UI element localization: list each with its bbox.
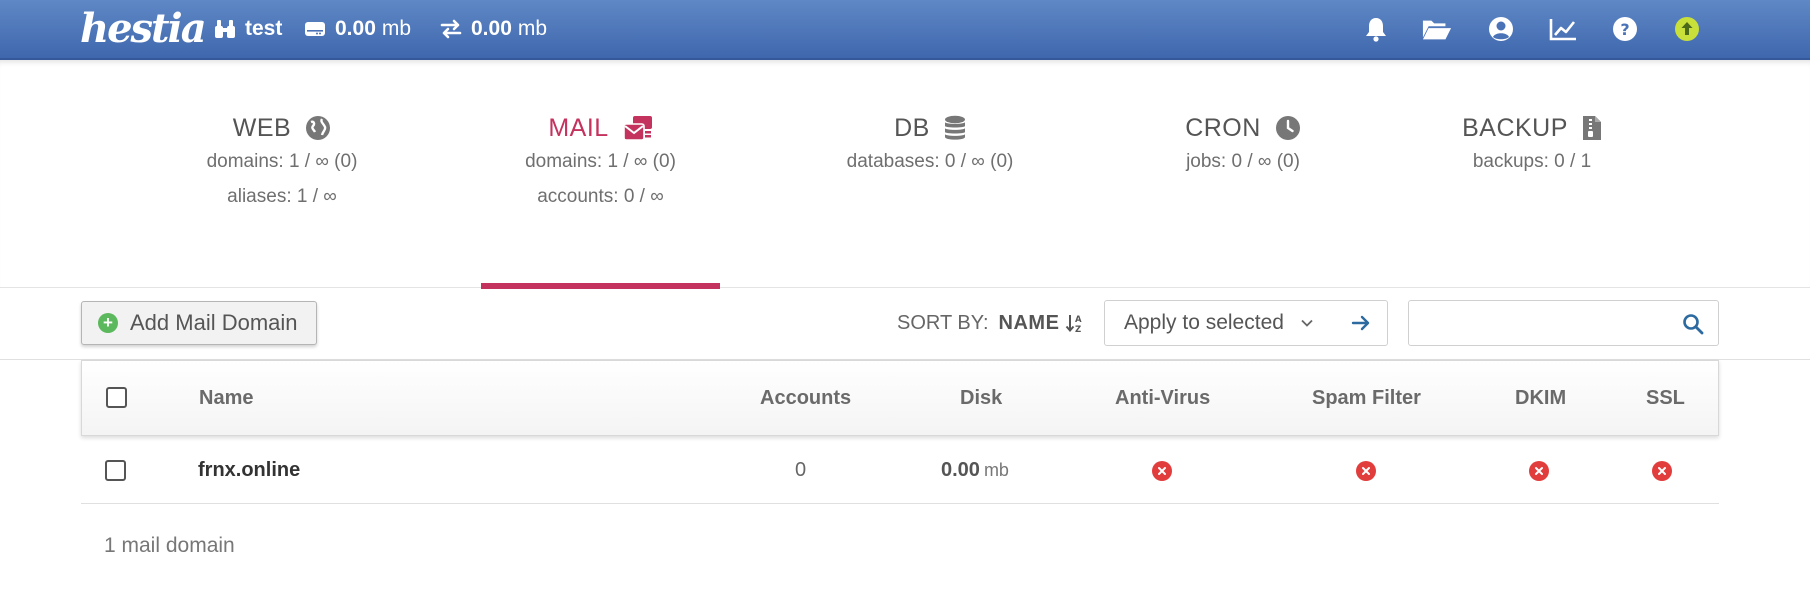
bell-icon[interactable] — [1361, 14, 1391, 44]
tab-web[interactable]: WEB domains: 1 / ∞ (0) aliases: 1 / ∞ — [182, 60, 382, 288]
disk-usage: 0.00 mb — [304, 0, 411, 58]
help-icon[interactable]: ? — [1610, 14, 1640, 44]
plus-circle-icon: + — [98, 313, 118, 333]
tab-db[interactable]: DB databases: 0 / ∞ (0) — [819, 60, 1041, 288]
bandwidth-value: 0.00 — [471, 17, 512, 40]
tab-cron-jobs: jobs: 0 / ∞ (0) — [1186, 151, 1300, 172]
arrow-right-icon[interactable] — [1351, 313, 1371, 333]
ssl-disabled-icon — [1652, 461, 1672, 481]
update-icon[interactable] — [1672, 14, 1702, 44]
column-anti-virus: Anti-Virus — [1115, 387, 1211, 409]
select-all-checkbox[interactable] — [106, 387, 127, 408]
antivirus-disabled-icon — [1152, 461, 1172, 481]
chart-line-icon[interactable] — [1548, 14, 1578, 44]
tab-mail-label: MAIL — [548, 113, 609, 142]
file-archive-icon — [1582, 115, 1602, 141]
table-header: Name Accounts Disk Anti-Virus Spam Filte… — [81, 360, 1719, 436]
domain-name-link[interactable]: frnx.online — [198, 436, 300, 504]
spam-filter-disabled-icon — [1356, 461, 1376, 481]
bulk-action-value: Apply to selected — [1124, 311, 1284, 334]
toolbar: + Add Mail Domain SORT BY: NAME A Z Appl… — [0, 288, 1810, 360]
mail-bulk-icon — [622, 115, 653, 141]
top-bar: hestia test 0.00 mb 0.00 mb ? — [0, 0, 1810, 60]
tab-backup-label: BACKUP — [1462, 113, 1568, 142]
sort-alpha-icon: A Z — [1066, 315, 1082, 333]
disk-usage-unit: mb — [381, 17, 412, 40]
current-user[interactable]: test — [214, 0, 282, 58]
dkim-disabled-icon — [1529, 461, 1549, 481]
bulk-action-select[interactable]: Apply to selected — [1104, 300, 1388, 346]
svg-text:?: ? — [1620, 20, 1629, 39]
bandwidth-usage: 0.00 mb — [440, 0, 547, 58]
column-dkim: DKIM — [1515, 387, 1567, 409]
disk-usage-value: 0.00 — [335, 17, 376, 40]
add-mail-domain-button[interactable]: + Add Mail Domain — [81, 301, 317, 345]
hdd-icon — [305, 22, 325, 36]
domain-count: 1 mail domain — [104, 534, 235, 557]
folder-open-icon[interactable] — [1422, 14, 1452, 44]
chevron-down-icon — [1301, 319, 1313, 327]
tab-cron[interactable]: CRON jobs: 0 / ∞ (0) — [1138, 60, 1348, 288]
row-checkbox[interactable] — [105, 460, 126, 481]
sort-by-value: NAME — [998, 311, 1060, 334]
hestia-logo[interactable]: hestia — [80, 2, 207, 56]
disk-unit: mb — [983, 460, 1009, 480]
tab-web-domains: domains: 1 / ∞ (0) — [206, 151, 358, 172]
tab-backup-backups: backups: 0 / 1 — [1472, 151, 1592, 172]
table-row: frnx.online 0 0.00 mb — [81, 436, 1719, 504]
exchange-icon — [440, 19, 462, 39]
tab-mail-accounts: accounts: 0 / ∞ — [537, 186, 664, 207]
column-disk: Disk — [960, 387, 1003, 409]
disk-usage-cell: 0.00 mb — [941, 436, 1009, 504]
column-ssl: SSL — [1646, 387, 1685, 409]
tab-cron-label: CRON — [1185, 113, 1261, 142]
search-input[interactable] — [1417, 307, 1667, 339]
sort-by-label: SORT BY: — [897, 311, 989, 334]
user-circle-icon[interactable] — [1486, 14, 1516, 44]
tab-mail-domains: domains: 1 / ∞ (0) — [525, 151, 676, 172]
tab-web-label: WEB — [232, 113, 292, 142]
search-box — [1408, 300, 1719, 346]
bandwidth-unit: mb — [517, 17, 548, 40]
stats-panel: WEB domains: 1 / ∞ (0) aliases: 1 / ∞ MA… — [0, 60, 1810, 289]
column-accounts: Accounts — [760, 387, 852, 409]
tab-web-aliases: aliases: 1 / ∞ — [227, 186, 337, 207]
svg-text:Z: Z — [1075, 325, 1081, 333]
column-spam-filter: Spam Filter — [1312, 387, 1421, 409]
user-name: test — [245, 17, 283, 40]
column-name[interactable]: Name — [199, 361, 253, 435]
tab-mail[interactable]: MAIL domains: 1 / ∞ (0) accounts: 0 / ∞ — [481, 60, 720, 289]
database-icon — [944, 115, 966, 141]
clock-icon — [1275, 115, 1301, 141]
tab-db-databases: databases: 0 / ∞ (0) — [846, 151, 1014, 172]
binoculars-icon — [215, 20, 235, 38]
globe-icon — [305, 115, 331, 141]
accounts-count: 0 — [795, 459, 807, 481]
search-icon[interactable] — [1682, 313, 1704, 335]
disk-value: 0.00 — [941, 459, 980, 481]
tab-backup[interactable]: BACKUP backups: 0 / 1 — [1437, 60, 1627, 288]
svg-text:A: A — [1075, 315, 1082, 325]
tab-db-label: DB — [894, 113, 930, 142]
add-mail-domain-label: Add Mail Domain — [130, 310, 298, 335]
sort-by-control[interactable]: SORT BY: NAME A Z — [897, 301, 1087, 345]
